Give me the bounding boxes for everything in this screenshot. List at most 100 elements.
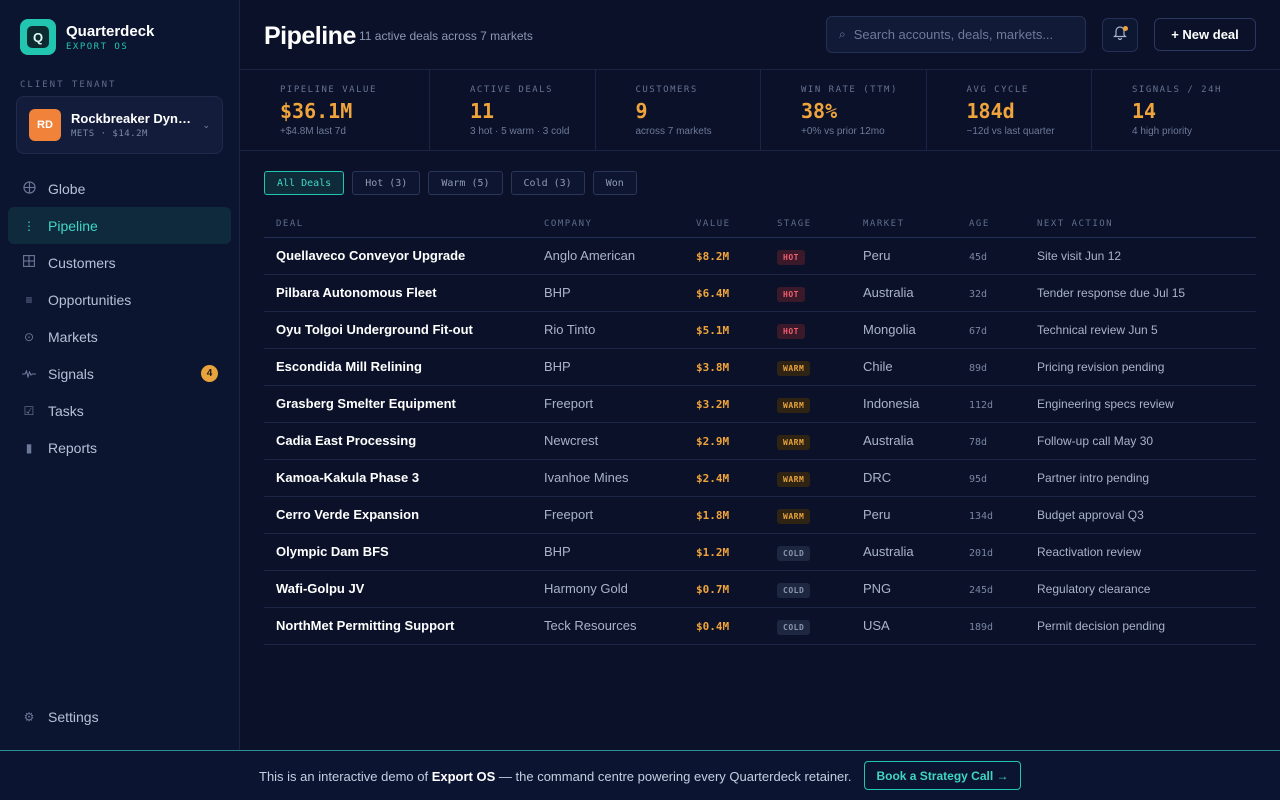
deal-age-cell: 189d (969, 617, 1037, 635)
brand[interactable]: Q Quarterdeck EXPORT OS (20, 19, 154, 55)
search-box[interactable]: ⌕ (826, 16, 1086, 53)
deal-next-action-cell: Tender response due Jul 15 (1037, 284, 1256, 302)
deal-company: Teck Resources (544, 618, 637, 633)
table-row[interactable]: Pilbara Autonomous Fleet BHP $6.4M HOT Austr… (264, 275, 1256, 312)
deal-next-action: Pricing revision pending (1037, 360, 1165, 374)
filter-hot[interactable]: Hot (3) (352, 171, 421, 195)
stat-sub: 3 hot · 5 warm · 3 cold (470, 126, 570, 137)
stat-sub: 4 high priority (1132, 126, 1193, 137)
table-row[interactable]: Olympic Dam BFS BHP $1.2M COLD Australia 201d… (264, 534, 1256, 571)
stage-badge: WARM (777, 435, 811, 450)
deal-company-cell: Rio Tinto (544, 321, 696, 339)
stage-badge: COLD (777, 546, 811, 561)
deal-value-cell: $0.7M (696, 580, 777, 598)
deal-company-cell: Harmony Gold (544, 580, 696, 598)
tenant-switcher[interactable]: RD Rockbreaker Dynamics METS · $14.2M ⌄ (16, 96, 223, 154)
deal-value-cell: $5.1M (696, 321, 777, 339)
table-row[interactable]: Cadia East Processing Newcrest $2.9M WARM Au… (264, 423, 1256, 460)
stat-value: 38% (801, 99, 838, 123)
book-strategy-call-button[interactable]: Book a Strategy Call → (864, 761, 1021, 790)
sidebar-item-signals[interactable]: Signals 4 (8, 355, 231, 392)
chevron-down-icon: ⌄ (202, 119, 210, 130)
table-row[interactable]: Escondida Mill Relining BHP $3.8M WARM Chile… (264, 349, 1256, 386)
column-header-market[interactable]: MARKET (863, 219, 969, 229)
tenant-label: CLIENT TENANT (20, 80, 117, 90)
deal-value: $0.4M (696, 620, 730, 633)
deal-age: 245d (969, 585, 994, 596)
column-header-value[interactable]: VALUE (696, 219, 777, 229)
deal-name-cell: Escondida Mill Relining (264, 358, 544, 376)
filter-won[interactable]: Won (592, 171, 637, 195)
deal-next-action: Budget approval Q3 (1037, 508, 1144, 522)
deal-value-cell: $1.2M (696, 543, 777, 561)
brand-logo-letter: Q (27, 26, 49, 48)
sidebar-item-tasks[interactable]: ☑ Tasks (8, 392, 231, 429)
table-row[interactable]: Cerro Verde Expansion Freeport $1.8M WARM Pe… (264, 497, 1256, 534)
deal-name-cell: Wafi-Golpu JV (264, 580, 544, 598)
new-deal-button[interactable]: + New deal (1154, 18, 1256, 51)
column-header-next-action[interactable]: NEXT ACTION (1037, 219, 1256, 229)
stage-badge: HOT (777, 287, 805, 302)
column-header-deal[interactable]: DEAL (264, 219, 544, 229)
filter-cold[interactable]: Cold (3) (510, 171, 585, 195)
table-row[interactable]: Kamoa-Kakula Phase 3 Ivanhoe Mines $2.4M WA… (264, 460, 1256, 497)
stage-badge: COLD (777, 620, 811, 635)
deal-company: Freeport (544, 507, 594, 522)
stat-value: 14 (1132, 99, 1157, 123)
bar-icon: ▮ (25, 440, 33, 455)
sidebar-item-customers[interactable]: Customers (8, 244, 231, 281)
deal-name: Escondida Mill Relining (276, 359, 422, 374)
search-input[interactable] (853, 27, 1064, 42)
deal-company-cell: Newcrest (544, 432, 696, 450)
sidebar-item-pipeline[interactable]: ⋮ Pipeline (8, 207, 231, 244)
deal-stage-cell: HOT (777, 321, 863, 339)
notifications-button[interactable] (1102, 18, 1138, 52)
deal-company-cell: Ivanhoe Mines (544, 469, 696, 487)
deal-value-cell: $3.2M (696, 395, 777, 413)
stage-badge: WARM (777, 361, 811, 376)
deal-market-cell: Peru (863, 247, 969, 265)
deal-next-action: Partner intro pending (1037, 471, 1150, 485)
deal-name: Olympic Dam BFS (276, 544, 389, 559)
deal-age-cell: 45d (969, 247, 1037, 265)
column-header-age[interactable]: AGE (969, 219, 1037, 229)
stat-label: ACTIVE DEALS (470, 85, 554, 95)
deal-company: Ivanhoe Mines (544, 470, 629, 485)
deal-name-cell: NorthMet Permitting Support (264, 617, 544, 635)
sidebar-item-opportunities[interactable]: ≡ Opportunities (8, 281, 231, 318)
deal-market: Indonesia (863, 396, 920, 411)
sidebar-item-markets[interactable]: ⊙ Markets (8, 318, 231, 355)
stat-value: 184d (966, 99, 1015, 123)
sidebar-item-reports[interactable]: ▮ Reports (8, 429, 231, 466)
deal-name-cell: Grasberg Smelter Equipment (264, 395, 544, 413)
deal-name-cell: Pilbara Autonomous Fleet (264, 284, 544, 302)
deal-next-action: Permit decision pending (1037, 619, 1166, 633)
deal-value-cell: $6.4M (696, 284, 777, 302)
sidebar-item-label: Reports (48, 439, 98, 456)
table-row[interactable]: Wafi-Golpu JV Harmony Gold $0.7M COLD PNG 245… (264, 571, 1256, 608)
deal-name-cell: Oyu Tolgoi Underground Fit-out (264, 321, 544, 339)
deal-next-action-cell: Budget approval Q3 (1037, 506, 1256, 524)
banner-product-name: Export OS (431, 769, 496, 784)
deal-age: 201d (969, 548, 994, 559)
filter-warm[interactable]: Warm (5) (428, 171, 503, 195)
sidebar-item-settings[interactable]: ⚙ Settings (8, 698, 231, 735)
table-row[interactable]: Oyu Tolgoi Underground Fit-out Rio Tinto $… (264, 312, 1256, 349)
sidebar-item-label: Markets (48, 328, 98, 345)
stage-badge: WARM (777, 472, 811, 487)
deal-next-action-cell: Technical review Jun 5 (1037, 321, 1256, 339)
deal-stage-cell: HOT (777, 284, 863, 302)
column-header-stage[interactable]: STAGE (777, 219, 863, 229)
tenant-meta: METS · $14.2M (71, 129, 148, 139)
column-header-company[interactable]: COMPANY (544, 219, 696, 229)
deal-age: 45d (969, 252, 988, 263)
filter-all-deals[interactable]: All Deals (264, 171, 345, 195)
sidebar-item-globe[interactable]: Globe (8, 170, 231, 207)
stage-badge: WARM (777, 398, 811, 413)
table-row[interactable]: Quellaveco Conveyor Upgrade Anglo America… (264, 238, 1256, 275)
stage-badge: WARM (777, 509, 811, 524)
list-icon: ≡ (25, 292, 33, 307)
deal-name-cell: Cerro Verde Expansion (264, 506, 544, 524)
table-row[interactable]: NorthMet Permitting Support Teck Resource… (264, 608, 1256, 645)
table-row[interactable]: Grasberg Smelter Equipment Freeport $3.2M W… (264, 386, 1256, 423)
